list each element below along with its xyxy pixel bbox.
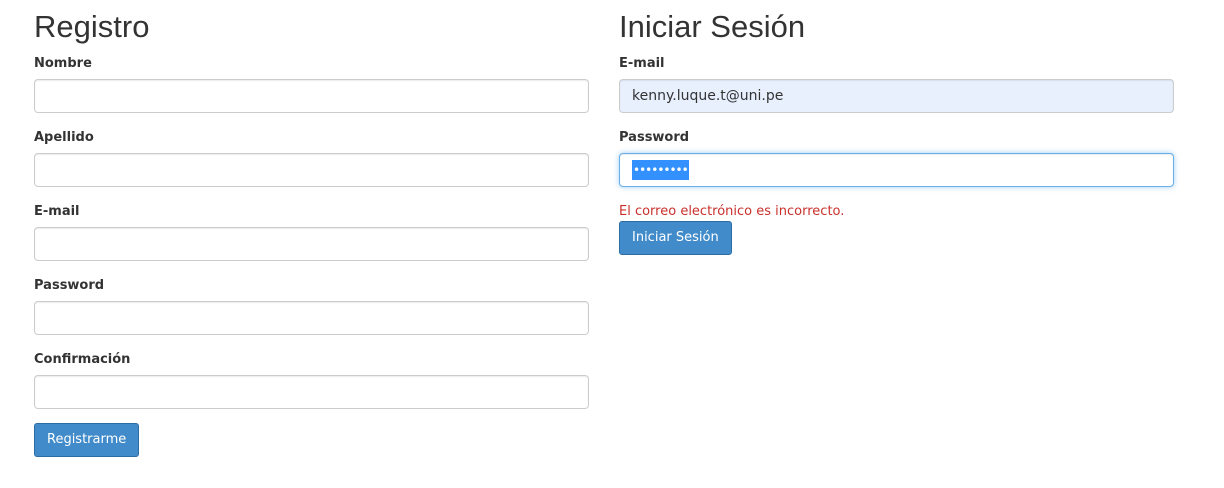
register-password-group: Password — [34, 277, 589, 335]
register-submit-button[interactable]: Registrarme — [34, 423, 140, 457]
register-apellido-group: Apellido — [34, 129, 589, 187]
register-confirm-group: Confirmación — [34, 351, 589, 409]
login-password-input[interactable]: ••••••••• — [619, 153, 1174, 187]
register-email-input[interactable] — [34, 227, 589, 261]
login-password-label: Password — [619, 130, 690, 145]
auth-page: Registro Nombre Apellido E-mail Password… — [0, 0, 1224, 488]
register-password-input[interactable] — [34, 301, 589, 335]
register-email-label: E-mail — [34, 204, 80, 219]
register-title: Registro — [34, 9, 150, 44]
login-password-group: Password ••••••••• — [619, 129, 1174, 187]
login-email-label: E-mail — [619, 56, 665, 71]
register-apellido-input[interactable] — [34, 153, 589, 187]
login-submit-button[interactable]: Iniciar Sesión — [619, 221, 732, 255]
register-nombre-group: Nombre — [34, 55, 589, 113]
register-apellido-label: Apellido — [34, 130, 94, 145]
password-mask-selection: ••••••••• — [632, 160, 689, 180]
login-email-group: E-mail kenny.luque.t@uni.pe — [619, 55, 1174, 113]
login-error-message: El correo electrónico es incorrecto. — [619, 204, 845, 219]
register-nombre-label: Nombre — [34, 56, 92, 71]
register-password-label: Password — [34, 278, 105, 293]
register-nombre-input[interactable] — [34, 79, 589, 113]
register-email-group: E-mail — [34, 203, 589, 261]
login-title: Iniciar Sesión — [619, 9, 806, 44]
login-email-input[interactable]: kenny.luque.t@uni.pe — [619, 79, 1174, 113]
register-confirm-label: Confirmación — [34, 352, 131, 367]
register-confirm-input[interactable] — [34, 375, 589, 409]
